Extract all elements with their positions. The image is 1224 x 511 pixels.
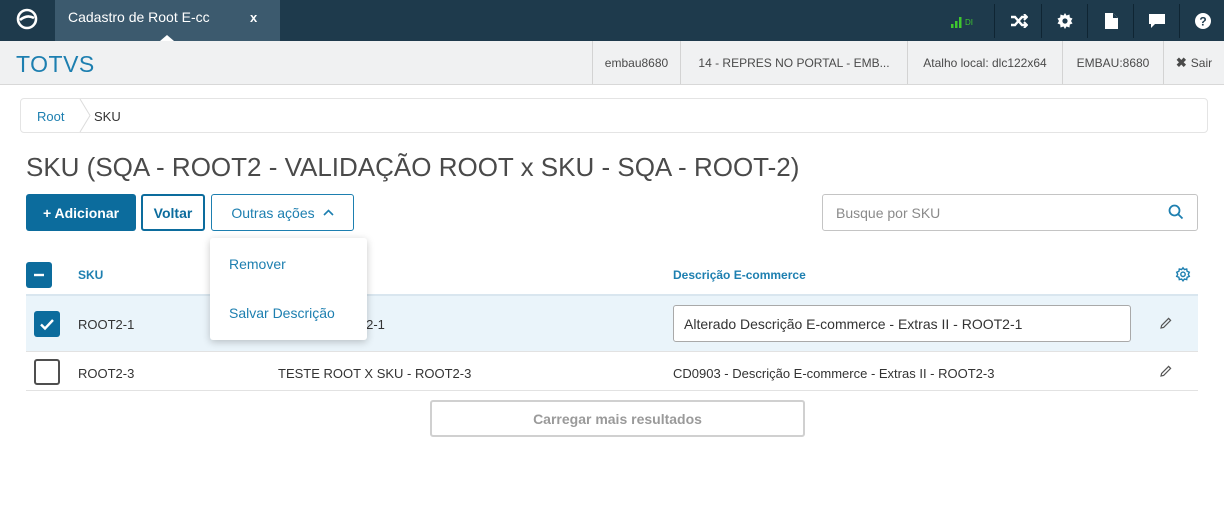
description-edit-field[interactable] (673, 305, 1131, 342)
chat-icon[interactable] (1139, 0, 1175, 41)
totvs-logo-icon[interactable] (16, 8, 38, 30)
signal-label: DI (965, 18, 973, 27)
cell-sku: ROOT2-1 (78, 317, 135, 332)
cell-name: TESTE ROOT X SKU - ROOT2-3 (278, 366, 472, 381)
checkmark-icon (40, 319, 54, 331)
gear-icon[interactable] (1047, 0, 1083, 41)
divider (1087, 4, 1088, 38)
menu-item-save-description[interactable]: Salvar Descrição (229, 305, 335, 321)
column-settings-icon[interactable] (1175, 266, 1191, 282)
minus-icon (34, 273, 44, 277)
select-all-checkbox[interactable] (26, 262, 52, 288)
back-button[interactable]: Voltar (141, 194, 205, 231)
search-icon[interactable] (1168, 204, 1184, 220)
add-button[interactable]: + Adicionar (26, 194, 136, 231)
breadcrumb: Root SKU (20, 98, 1208, 133)
pencil-icon[interactable] (1160, 365, 1172, 377)
top-bar: Cadastro de Root E-cc x DI ? (0, 0, 1224, 41)
tab-cadastro-root[interactable]: Cadastro de Root E-cc x (55, 0, 280, 41)
breadcrumb-root-link[interactable]: Root (37, 109, 64, 124)
table-row[interactable]: ROOT2-1 X SKU - ROOT2-1 (26, 296, 1198, 352)
more-actions-button[interactable]: Outras ações (211, 194, 354, 231)
chevron-up-icon (323, 209, 334, 216)
table-header: SKU Descrição E-commerce (26, 254, 1198, 296)
help-icon[interactable]: ? (1185, 0, 1221, 41)
menu-item-remove[interactable]: Remover (229, 256, 286, 272)
environment-info: EMBAU:8680 (1062, 41, 1163, 84)
row-checkbox[interactable] (34, 311, 60, 337)
more-actions-menu: Remover Salvar Descrição (210, 238, 367, 340)
cell-description: CD0903 - Descrição E-commerce - Extras I… (673, 366, 995, 381)
divider (1179, 4, 1180, 38)
shortcut-info: Atalho local: dlc122x64 (907, 41, 1062, 84)
svg-text:?: ? (1199, 14, 1206, 28)
cell-sku: ROOT2-3 (78, 366, 135, 381)
pencil-icon[interactable] (1160, 317, 1172, 329)
connection-signal-icon[interactable]: DI (948, 0, 982, 41)
shuffle-icon[interactable] (1001, 0, 1037, 41)
company-info[interactable]: 14 - REPRES NO PORTAL - EMB... (680, 41, 907, 84)
load-more-button[interactable]: Carregar mais resultados (430, 400, 805, 437)
search-input[interactable] (823, 195, 1153, 230)
divider (994, 4, 995, 38)
logout-label: Sair (1190, 55, 1213, 70)
divider (1133, 4, 1134, 38)
user-info: embau8680 (592, 41, 680, 84)
logout-button[interactable]: ✖ Sair (1163, 41, 1224, 84)
table-row[interactable]: ROOT2-3 TESTE ROOT X SKU - ROOT2-3 CD090… (26, 352, 1198, 391)
more-actions-label: Outras ações (231, 204, 315, 221)
column-header-description[interactable]: Descrição E-commerce (673, 268, 806, 282)
divider (1041, 4, 1042, 38)
tab-label: Cadastro de Root E-cc (68, 9, 210, 25)
breadcrumb-separator-icon (79, 99, 91, 132)
document-icon[interactable] (1093, 0, 1129, 41)
close-icon: ✖ (1175, 54, 1187, 70)
app-header: TOTVS embau8680 14 - REPRES NO PORTAL - … (0, 41, 1224, 85)
tab-close-button[interactable]: x (250, 10, 257, 25)
search-box (822, 194, 1198, 231)
row-checkbox[interactable] (34, 359, 60, 385)
brand-title[interactable]: TOTVS (16, 51, 95, 78)
breadcrumb-current: SKU (94, 109, 121, 124)
page-title: SKU (SQA - ROOT2 - VALIDAÇÃO ROOT x SKU … (26, 152, 800, 182)
column-header-sku[interactable]: SKU (78, 268, 103, 282)
